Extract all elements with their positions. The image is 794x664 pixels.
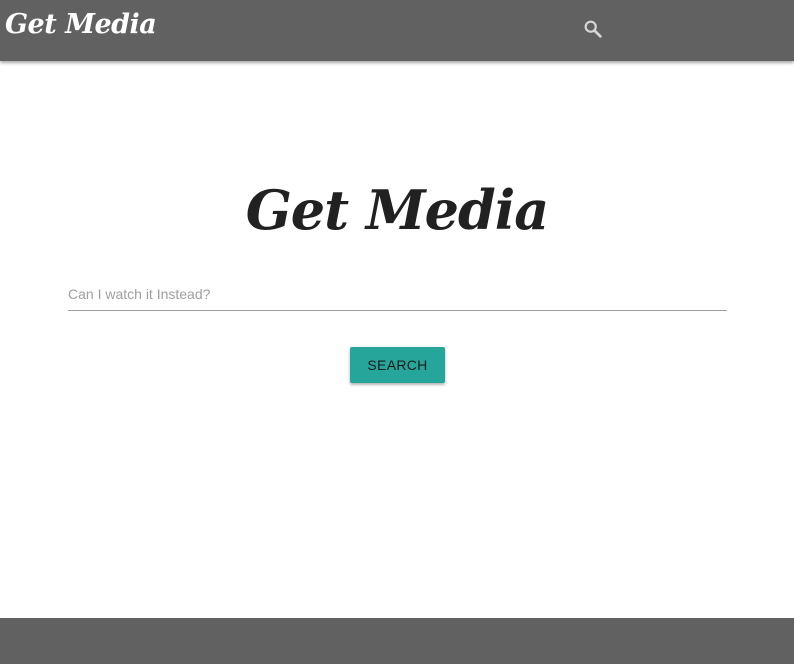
page-title: Get Media [245, 178, 550, 242]
search-button[interactable]: SEARCH [350, 347, 445, 383]
search-icon[interactable] [582, 18, 604, 40]
brand-logo[interactable]: Get Media [5, 9, 157, 40]
page-footer [0, 618, 794, 664]
app-root: Get Media Get Media SEARCH [0, 0, 794, 664]
top-navbar: Get Media [0, 0, 794, 61]
search-input[interactable] [68, 278, 727, 311]
